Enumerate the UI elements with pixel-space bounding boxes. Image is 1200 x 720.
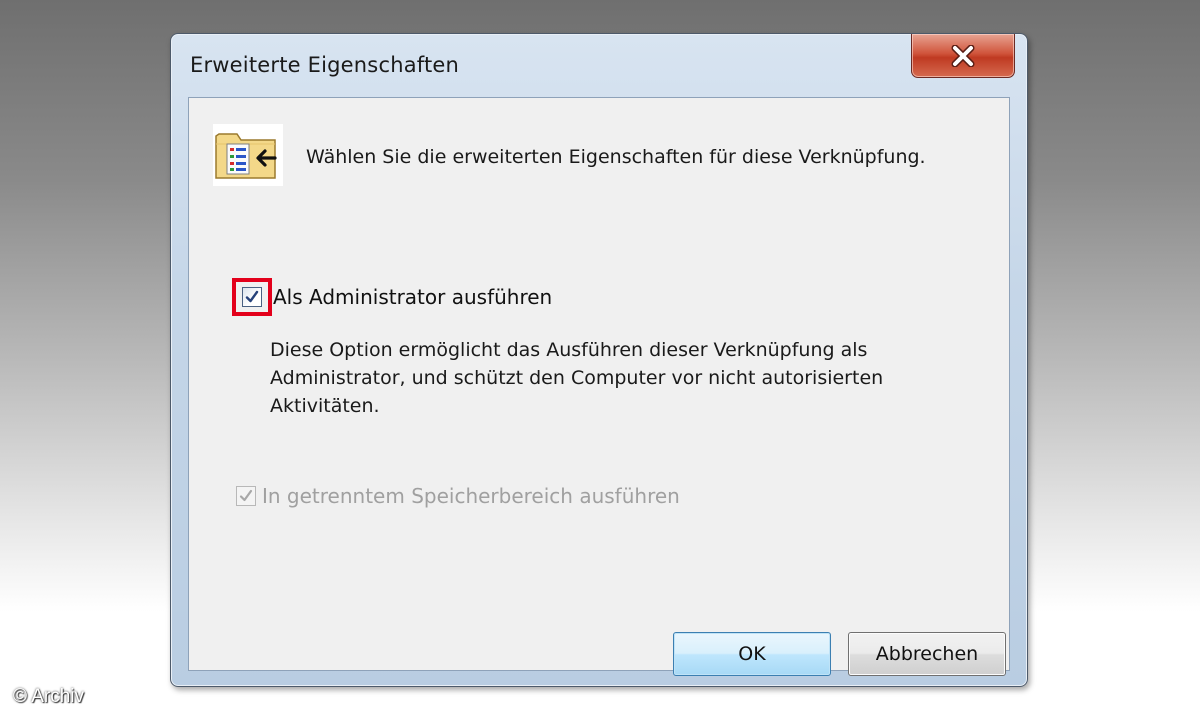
shortcut-properties-icon	[213, 124, 283, 186]
dialog-title: Erweiterte Eigenschaften	[190, 53, 460, 77]
copyright-watermark: © Archiv	[13, 686, 85, 707]
header-instruction: Wählen Sie die erweiterten Eigenschaften…	[306, 146, 926, 168]
red-highlight-frame	[232, 278, 272, 316]
dialog-content: Wählen Sie die erweiterten Eigenschaften…	[188, 97, 1010, 676]
close-button[interactable]	[911, 34, 1015, 78]
close-icon	[951, 44, 975, 67]
run-as-admin-option[interactable]: Als Administrator ausführen	[232, 278, 552, 316]
ok-button[interactable]: OK	[673, 632, 831, 676]
run-as-admin-checkbox[interactable]	[242, 287, 262, 307]
run-as-admin-label[interactable]: Als Administrator ausführen	[273, 285, 552, 309]
run-as-admin-description: Diese Option ermöglicht das Ausführen di…	[270, 339, 884, 417]
separate-memory-option: In getrenntem Speicherbereich ausführen	[236, 481, 680, 511]
checkmark-icon	[245, 290, 259, 303]
checkmark-icon	[239, 489, 253, 502]
separate-memory-label: In getrenntem Speicherbereich ausführen	[262, 484, 680, 508]
title-bar[interactable]: Erweiterte Eigenschaften	[171, 34, 1027, 98]
cancel-button[interactable]: Abbrechen	[848, 632, 1006, 676]
separate-memory-checkbox	[236, 486, 256, 506]
advanced-properties-dialog: Erweiterte Eigenschaften Wählen Sie die …	[170, 33, 1028, 687]
